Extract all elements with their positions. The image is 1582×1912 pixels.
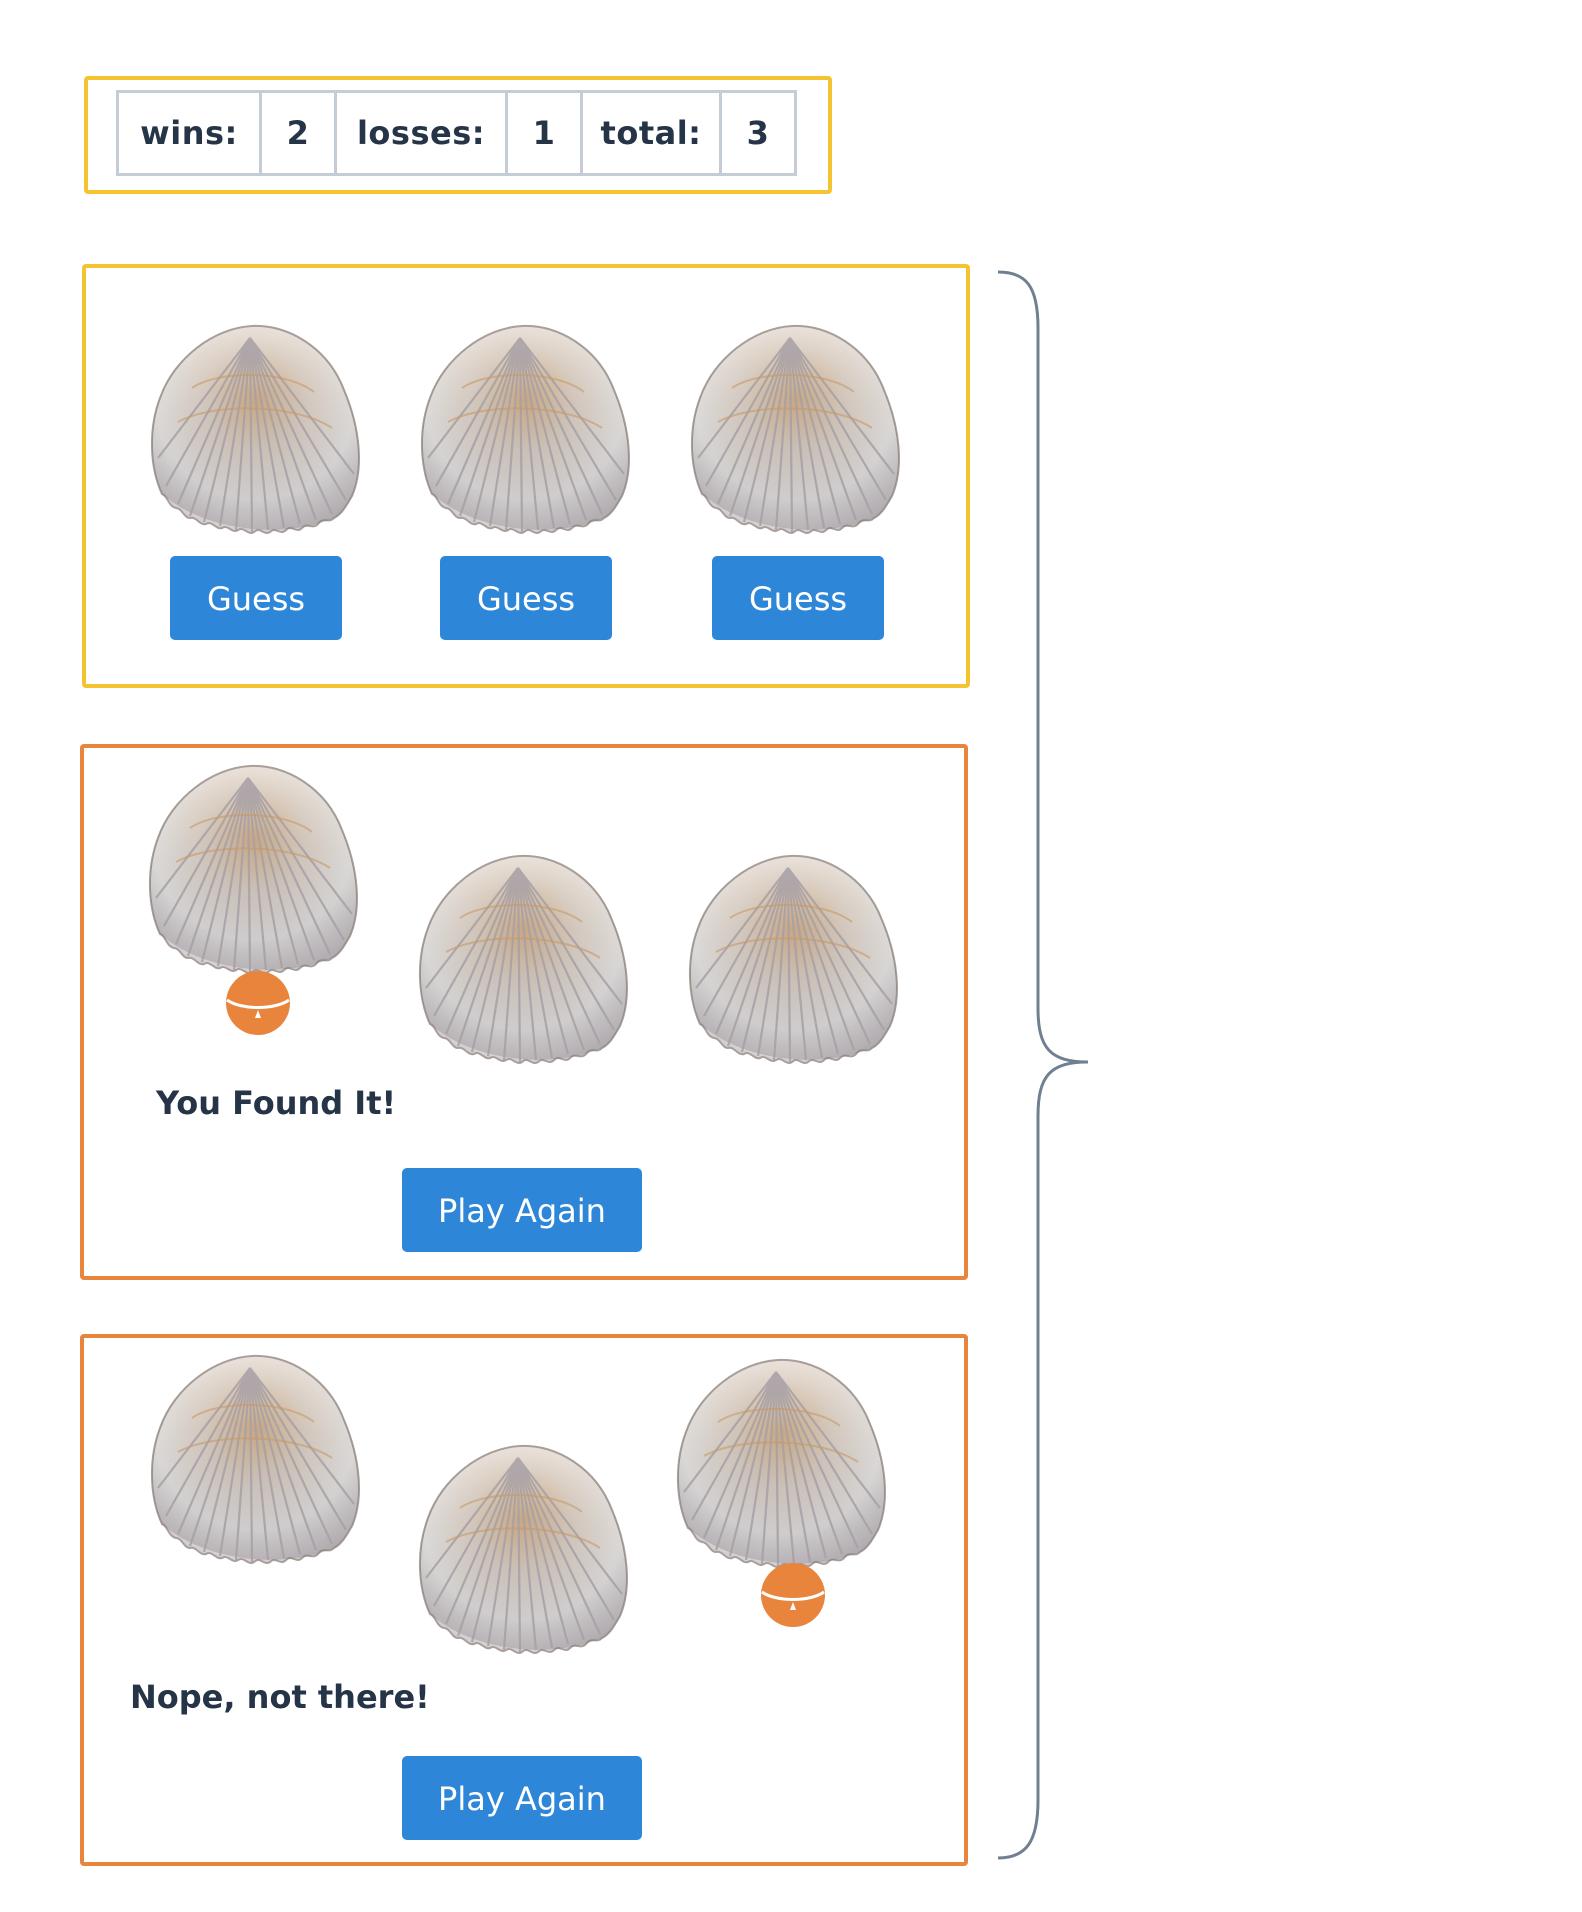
seashell-icon (676, 848, 904, 1068)
losses-label: losses: (334, 90, 508, 176)
seashell-icon (664, 1352, 892, 1572)
total-value: 3 (719, 90, 797, 176)
total-label: total: (580, 90, 722, 176)
seashell-icon[interactable] (408, 318, 636, 538)
pearl-icon (760, 1562, 826, 1628)
play-again-button[interactable]: Play Again (402, 1756, 642, 1840)
seashell-icon (406, 1438, 634, 1658)
scoreboard-table: wins: 2 losses: 1 total: 3 (116, 90, 797, 176)
result-message: Nope, not there! (130, 1678, 430, 1716)
curly-brace-icon (997, 270, 1089, 1860)
pearl-icon (225, 970, 291, 1036)
guess-button[interactable]: Guess (170, 556, 342, 640)
result-message: You Found It! (156, 1084, 397, 1122)
seashell-icon (138, 1348, 366, 1568)
seashell-icon (406, 848, 634, 1068)
seashell-icon[interactable] (678, 318, 906, 538)
wins-value: 2 (259, 90, 337, 176)
seashell-icon (136, 758, 364, 978)
guess-button[interactable]: Guess (712, 556, 884, 640)
seashell-icon[interactable] (138, 318, 366, 538)
play-again-button[interactable]: Play Again (402, 1168, 642, 1252)
wins-label: wins: (116, 90, 262, 176)
losses-value: 1 (505, 90, 583, 176)
guess-button[interactable]: Guess (440, 556, 612, 640)
